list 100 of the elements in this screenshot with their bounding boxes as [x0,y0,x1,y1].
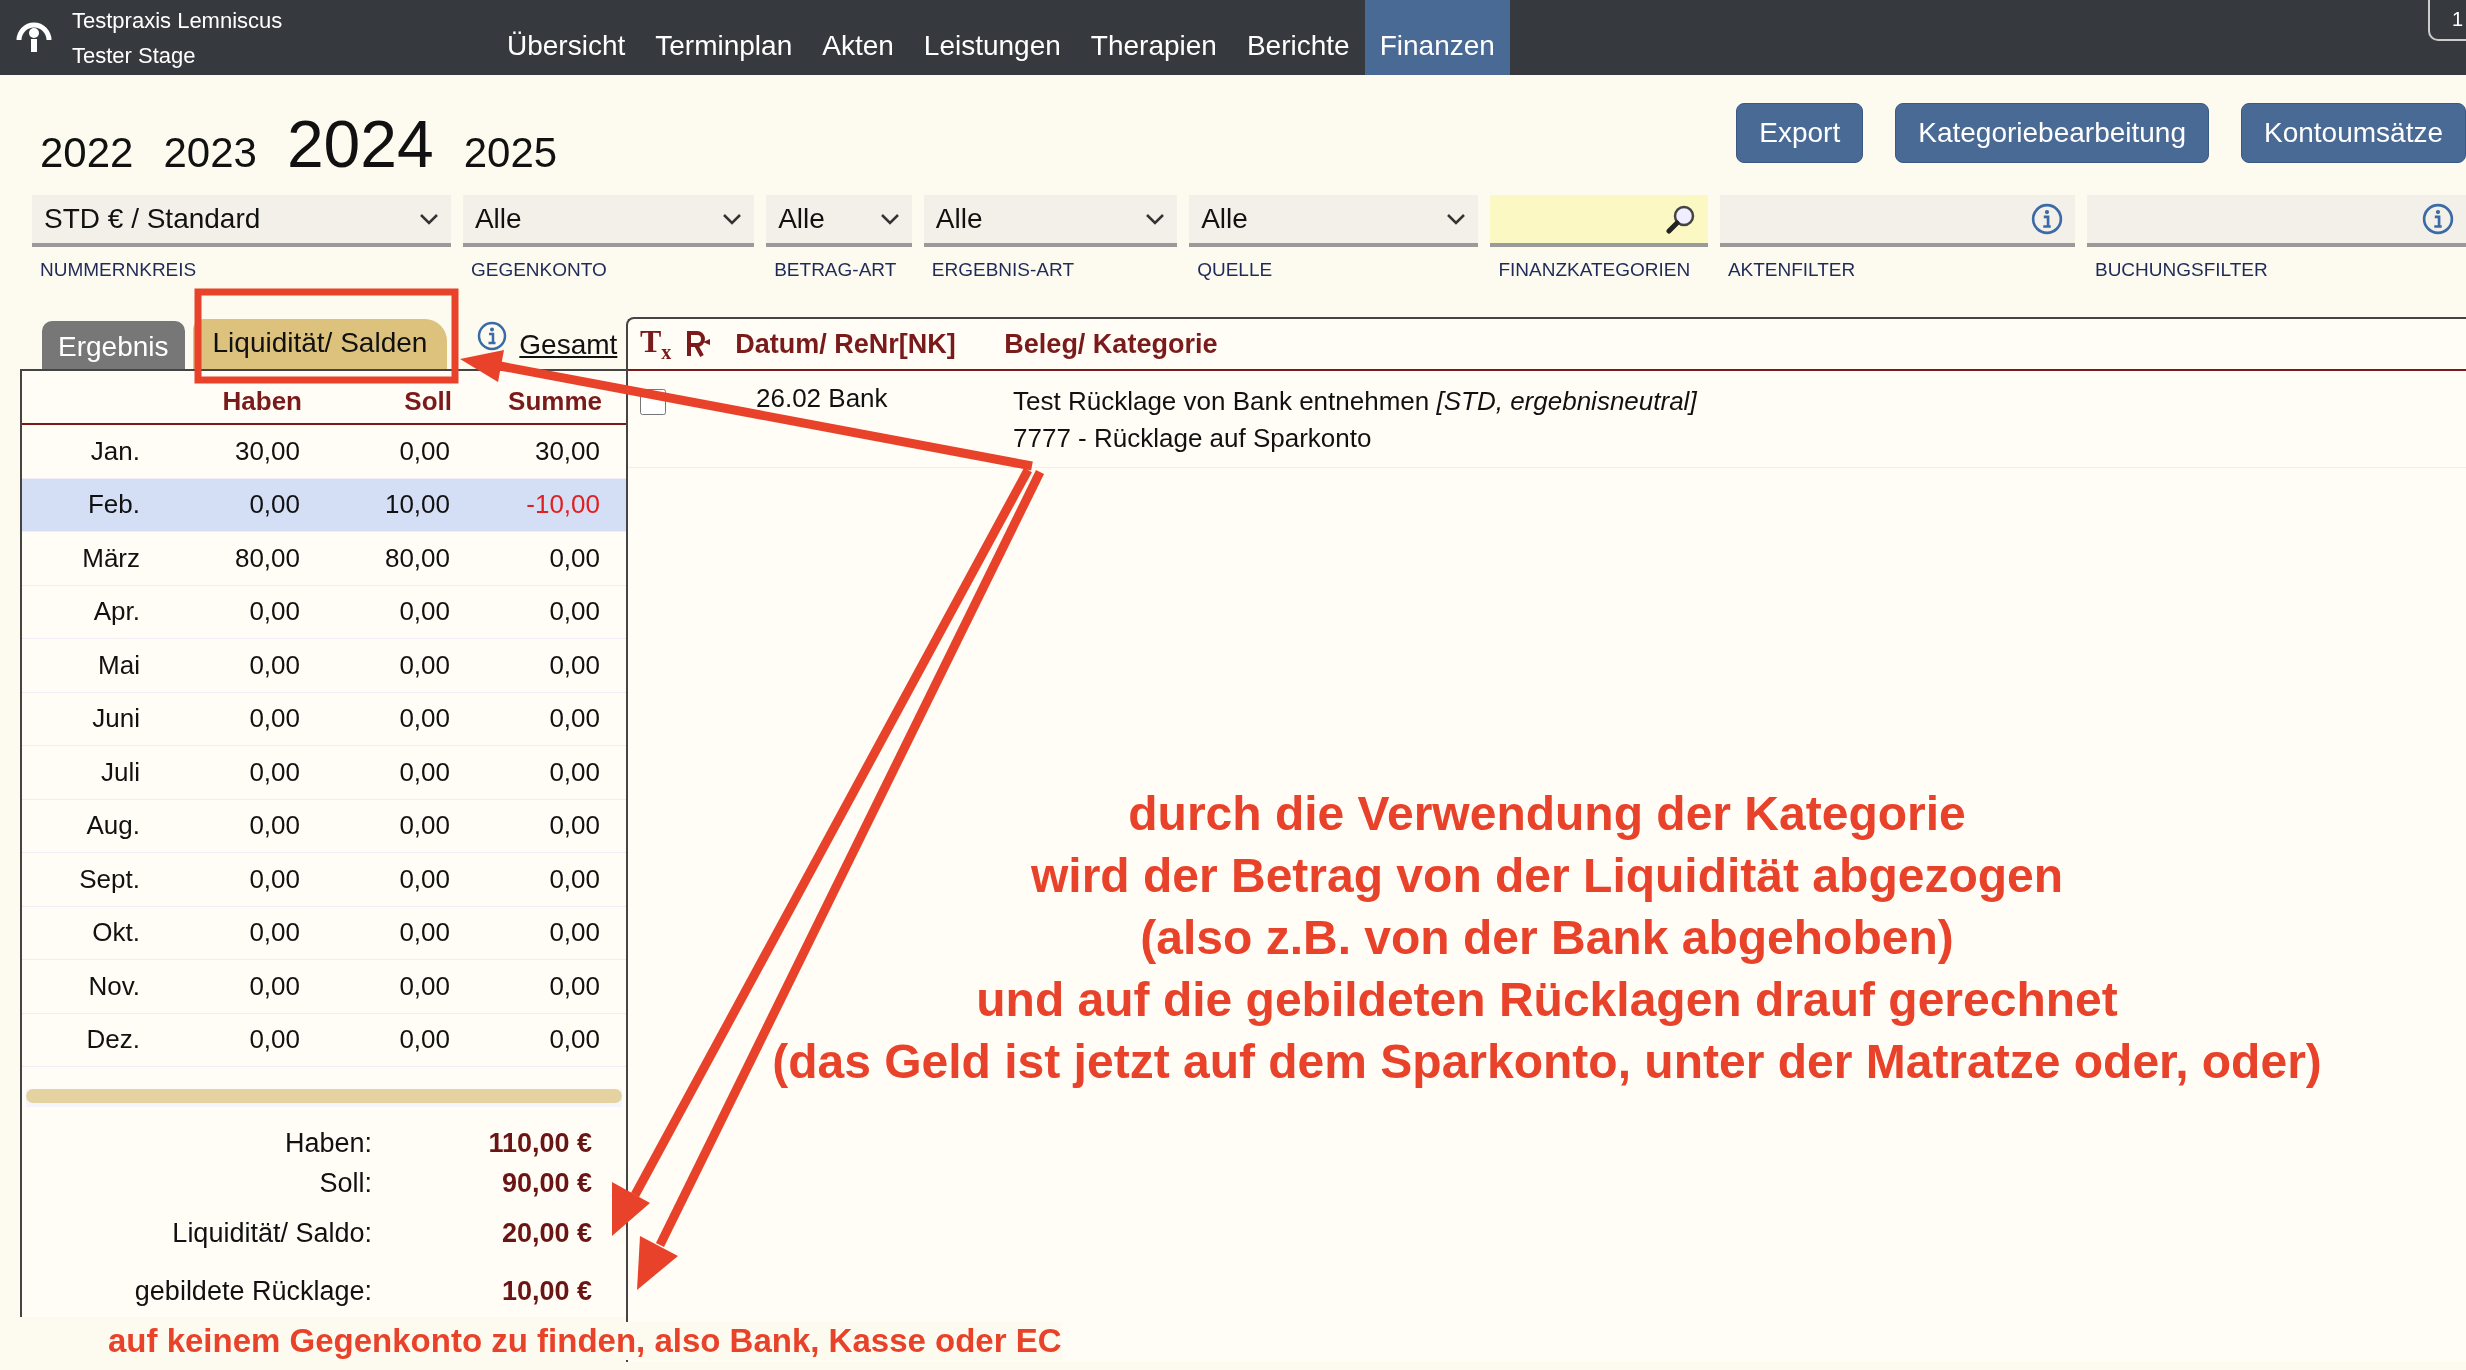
month-row[interactable]: März 80,00 80,00 0,00 [22,532,626,586]
nav-tab[interactable]: Berichte [1231,0,1365,75]
table-cell-text: 80,00 [233,542,300,574]
table-cell-text: 30,00 [233,435,300,467]
table-cell-text: 30,00 [533,435,600,467]
annotation-text: auf keinem Gegenkonto zu finden, also Bank, Kasse oder EC [108,1322,1062,1360]
column-header[interactable]: Beleg/ Kategorie [1004,328,1218,360]
year-link[interactable]: 2024 [286,111,434,177]
action-button[interactable]: Kategoriebearbeitung [1895,103,2209,163]
month-row[interactable]: Juli 0,00 0,00 0,00 [22,746,626,800]
month-row[interactable]: Mai 0,00 0,00 0,00 [22,639,626,693]
summary-label: Soll: [318,1167,372,1199]
column-header: Summe [507,385,602,418]
table-cell-text: 0,00 [548,596,600,628]
summary-value: 10,00 € [500,1275,592,1307]
month-row[interactable]: Okt. 0,00 0,00 0,00 [22,906,626,960]
clear-format-button[interactable]: T$_{x}$ [640,323,672,365]
nav-tab[interactable]: Therapien [1075,0,1232,75]
filter-field[interactable]: Alle [1189,195,1479,247]
month-row[interactable]: Nov. 0,00 0,00 0,00 [22,960,626,1014]
nav-tab[interactable]: Finanzen [1364,0,1510,75]
table-cell-text: 0,00 [248,810,300,842]
month-row[interactable]: Feb. 0,00 10,00 -10,00 [22,478,626,532]
table-cell-text: 0,00 [548,810,600,842]
filter-field[interactable]: Alle [766,195,912,247]
nav-tab[interactable]: Leistungen [908,0,1076,75]
corner-badge[interactable]: 1 [2428,0,2466,41]
nav-tab[interactable]: Akten [807,0,909,75]
month-cell-text: März [81,542,140,574]
action-button[interactable]: Export [1736,103,1864,163]
table-cell-text: 80,00 [383,542,450,574]
table-cell-text: 0,00 [248,703,300,735]
month-row[interactable]: Sept. 0,00 0,00 0,00 [22,853,626,907]
month-row[interactable]: Juni 0,00 0,00 0,00 [22,692,626,746]
table-cell-text: 0,00 [398,756,450,788]
practice-name: Testpraxis Lemniscus [72,6,284,35]
summary-label: gebildete Rücklage: [133,1275,372,1307]
filter-label: GEGENKONTO [470,259,608,281]
filter-label: ERGEBNIS-ART [931,259,1075,281]
table-cell-text: 0,00 [548,649,600,681]
filter-label: AKTENFILTER [1727,259,1857,281]
filter-field[interactable]: Alle [462,195,755,247]
month-row[interactable]: Dez. 0,00 0,00 0,00 [22,1013,626,1067]
booking-date: 26.02 Bank [756,383,889,414]
year-link[interactable]: 2023 [163,132,257,174]
filter-label: QUELLE [1197,259,1274,281]
year-link[interactable]: 2022 [40,132,134,174]
booking-text: Test Rücklage von Bank entnehmen [STD, ergebnisneutral] [1013,385,1697,418]
table-cell-text: 0,00 [548,1024,600,1056]
month-cell-text: Dez. [85,1024,140,1056]
month-row[interactable]: Apr. 0,00 0,00 0,00 [22,585,626,639]
month-cell-text: Nov. [87,970,140,1002]
month-row[interactable]: Jan. 30,00 0,00 30,00 [22,425,626,479]
table-cell-text: 0,00 [248,1024,300,1056]
table-cell-text: 0,00 [548,917,600,949]
year-link[interactable]: 2025 [463,132,558,174]
table-cell-text: 0,00 [248,917,300,949]
summary-label: Liquidität/ Saldo: [171,1217,372,1249]
table-cell-text: 0,00 [398,970,450,1002]
annotation-text: durch die Verwendung der Kategorie [1128,786,1966,842]
table-cell-text: 0,00 [548,703,600,735]
table-cell-text: 0,00 [548,970,600,1002]
total-link[interactable]: Gesamt [519,329,618,369]
action-button[interactable]: Kontoumsätze [2241,103,2466,163]
summary-label: Haben: [283,1127,372,1159]
table-cell-text: 0,00 [398,596,450,628]
result-tab[interactable]: Ergebnis [42,321,185,369]
summary-value: 90,00 € [500,1167,592,1199]
table-cell-text: -10,00 [525,489,600,521]
user-name: Tester Stage [72,41,197,70]
table-cell-text: 0,00 [248,649,300,681]
month-cell-text: Aug. [85,810,140,842]
annotation-text: (also z.B. von der Bank abgehoben) [1140,910,1954,966]
table-cell-text: 0,00 [248,596,300,628]
summary-value: 20,00 € [500,1217,592,1249]
nav-tab[interactable]: Terminplan [640,0,808,75]
table-cell-text: 0,00 [248,970,300,1002]
table-cell-text: 0,00 [548,756,600,788]
booking-category: 7777 - Rücklage auf Sparkonto [1013,422,1373,455]
month-cell-text: Jan. [89,435,140,467]
result-tab[interactable]: Liquidität/ Salden [192,319,448,369]
annotation-text: und auf die gebildeten Rücklagen drauf gerechnet [976,972,2118,1028]
table-cell-text: 0,00 [398,863,450,895]
table-cell-text: 0,00 [248,863,300,895]
table-cell-text: 0,00 [398,703,450,735]
table-cell-text: 0,00 [398,917,450,949]
summary-value: 110,00 € [487,1127,592,1159]
filter-field[interactable]: Alle [923,195,1178,247]
filter-field[interactable]: STD € / Standard [32,195,451,247]
month-cell-text: Feb. [86,489,140,521]
month-cell-text: Okt. [91,917,140,949]
table-cell-text: 0,00 [398,435,450,467]
table-cell-text: 0,00 [398,1024,450,1056]
table-cell-text: 0,00 [248,756,300,788]
month-cell-text: Juli [100,756,140,788]
nav-tab[interactable]: Übersicht [492,0,641,75]
table-cell-text: 0,00 [548,863,600,895]
month-row[interactable]: Aug. 0,00 0,00 0,00 [22,799,626,853]
column-header[interactable]: Datum/ ReNr[NK] [735,328,991,360]
table-cell-text: 0,00 [248,489,300,521]
